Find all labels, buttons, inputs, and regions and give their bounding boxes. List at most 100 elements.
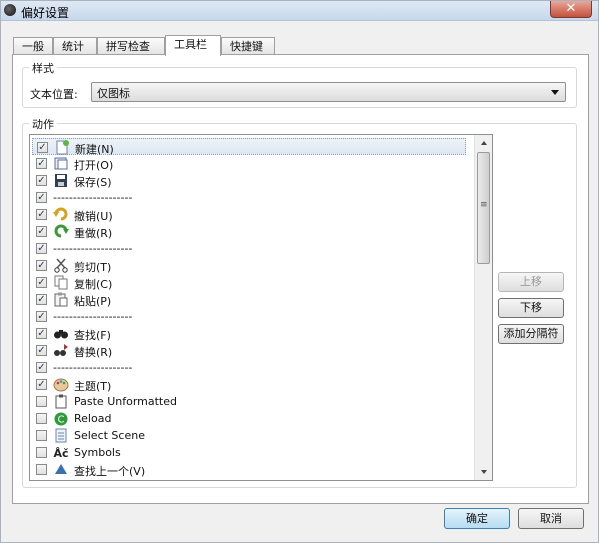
list-item[interactable]: 撤销(U) — [32, 206, 466, 223]
separator-label: -------------------- — [53, 361, 133, 374]
save-floppy-icon — [55, 174, 67, 187]
item-checkbox[interactable] — [36, 277, 47, 288]
list-item[interactable]: 打开(O) — [32, 155, 466, 172]
item-checkbox[interactable] — [37, 142, 48, 153]
item-checkbox[interactable] — [36, 226, 47, 237]
item-checkbox[interactable] — [36, 260, 47, 271]
svg-text:C: C — [58, 415, 65, 426]
item-checkbox[interactable] — [36, 362, 47, 373]
item-checkbox[interactable] — [36, 447, 47, 458]
scissors-icon — [54, 258, 68, 273]
clipboard-paste-icon — [54, 292, 68, 307]
item-label: 撤销(U) — [74, 210, 113, 223]
tab-general[interactable]: 一般 — [13, 37, 53, 54]
item-label: 复制(C) — [74, 278, 113, 291]
app-icon — [4, 4, 16, 16]
item-label: 查找上一个(V) — [74, 465, 146, 478]
item-label: Symbols — [74, 446, 121, 459]
dropdown-arrow-icon — [551, 90, 559, 95]
actions-group: 动作 新建(N) 打开(O) 保存(S) — [22, 116, 577, 488]
list-item[interactable]: C Reload — [32, 410, 466, 427]
text-position-value: 仅图标 — [97, 87, 130, 100]
symbols-icon: Åč — [53, 447, 68, 460]
item-label: 主题(T) — [74, 380, 112, 393]
item-checkbox[interactable] — [36, 379, 47, 390]
scroll-up-arrow-icon[interactable] — [481, 141, 487, 145]
paste-unformatted-icon — [55, 394, 67, 409]
item-label: 替换(R) — [74, 346, 113, 359]
item-label: 粘贴(P) — [74, 295, 112, 308]
grip-icon: ≡ — [480, 200, 488, 210]
title-bar[interactable]: 偏好设置 ✕ — [1, 1, 598, 21]
text-position-label: 文本位置: — [30, 88, 78, 101]
item-checkbox[interactable] — [36, 311, 47, 322]
list-item[interactable]: 新建(N) — [32, 138, 466, 156]
actions-list[interactable]: 新建(N) 打开(O) 保存(S) -------------------- — [29, 134, 493, 481]
list-item[interactable]: 主题(T) — [32, 376, 466, 393]
move-up-button[interactable]: 上移 — [498, 272, 564, 292]
actions-group-legend: 动作 — [29, 116, 57, 132]
item-checkbox[interactable] — [36, 328, 47, 339]
ok-button[interactable]: 确定 — [444, 508, 510, 529]
item-checkbox[interactable] — [36, 430, 47, 441]
text-position-select[interactable]: 仅图标 — [91, 82, 566, 102]
item-checkbox[interactable] — [36, 192, 47, 203]
list-item[interactable]: 粘贴(P) — [32, 291, 466, 308]
select-scene-icon — [55, 428, 67, 443]
scroll-down-arrow-icon[interactable] — [481, 470, 487, 474]
svg-text:Åč: Åč — [53, 447, 68, 460]
item-label: 剪切(T) — [74, 261, 112, 274]
separator-label: -------------------- — [53, 242, 133, 255]
close-button[interactable]: ✕ — [550, 1, 592, 18]
list-item[interactable]: 替换(R) — [32, 342, 466, 359]
list-item[interactable]: -------------------- — [32, 308, 466, 325]
scrollbar-thumb[interactable]: ≡ — [477, 152, 490, 264]
list-item[interactable]: 保存(S) — [32, 172, 466, 189]
tab-shortcuts[interactable]: 快捷键 — [221, 37, 275, 54]
item-label: 重做(R) — [74, 227, 113, 240]
list-item[interactable]: 复制(C) — [32, 274, 466, 291]
item-checkbox[interactable] — [36, 243, 47, 254]
style-group-legend: 样式 — [29, 60, 57, 76]
list-item[interactable]: -------------------- — [32, 189, 466, 206]
binoculars-icon — [54, 330, 68, 339]
list-item[interactable]: Paste Unformatted — [32, 393, 466, 410]
reload-icon: C — [54, 412, 68, 426]
tab-statistics[interactable]: 统计 — [53, 37, 97, 54]
cancel-button[interactable]: 取消 — [518, 508, 584, 529]
find-previous-icon — [55, 464, 67, 474]
item-label: Select Scene — [74, 429, 145, 442]
tab-spellcheck[interactable]: 拼写检查 — [97, 37, 165, 54]
item-label: 查找(F) — [74, 329, 111, 342]
list-item[interactable]: 查找上一个(V) — [32, 461, 466, 478]
item-checkbox[interactable] — [36, 175, 47, 186]
tab-panel: 样式 文本位置: 仅图标 动作 新建(N) 打开(O) — [12, 54, 589, 504]
list-item[interactable]: Åč Symbols — [32, 444, 466, 461]
item-checkbox[interactable] — [36, 345, 47, 356]
list-item[interactable]: 重做(R) — [32, 223, 466, 240]
new-document-icon — [56, 140, 69, 155]
item-checkbox[interactable] — [36, 464, 47, 475]
list-item[interactable]: 剪切(T) — [32, 257, 466, 274]
list-item[interactable]: -------------------- — [32, 359, 466, 376]
actions-list-scrollbar[interactable]: ≡ — [474, 135, 492, 480]
item-label: Reload — [74, 412, 112, 425]
item-checkbox[interactable] — [36, 396, 47, 407]
preferences-window: 偏好设置 ✕ 一般 统计 拼写检查 工具栏 快捷键 样式 文本位置: 仅图标 动… — [0, 0, 599, 543]
item-checkbox[interactable] — [36, 209, 47, 220]
theme-palette-icon — [53, 378, 69, 392]
separator-label: -------------------- — [53, 191, 133, 204]
list-item[interactable]: -------------------- — [32, 240, 466, 257]
item-label: 保存(S) — [74, 176, 112, 189]
move-down-button[interactable]: 下移 — [498, 298, 564, 318]
item-checkbox[interactable] — [36, 294, 47, 305]
copy-pages-icon — [54, 275, 68, 290]
item-checkbox[interactable] — [36, 413, 47, 424]
undo-arrow-icon — [53, 207, 68, 221]
redo-arrow-icon — [54, 224, 69, 238]
tab-toolbar[interactable]: 工具栏 — [165, 35, 221, 56]
item-checkbox[interactable] — [36, 158, 47, 169]
add-separator-button[interactable]: 添加分隔符 — [498, 324, 564, 344]
list-item[interactable]: Select Scene — [32, 427, 466, 444]
list-item[interactable]: 查找(F) — [32, 325, 466, 342]
